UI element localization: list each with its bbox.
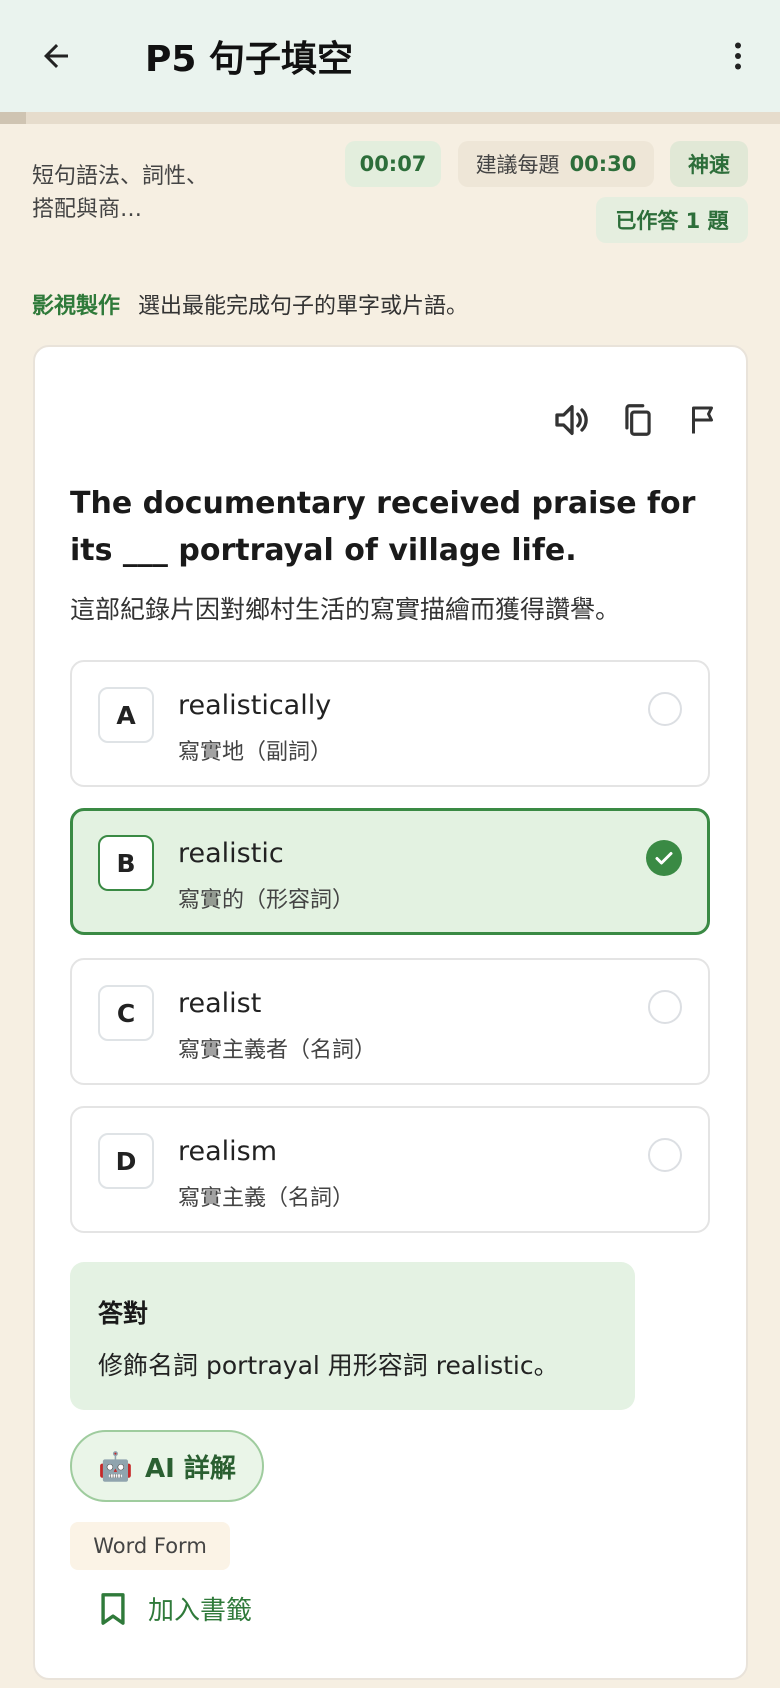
ai-explain-label: AI 詳解 [145, 1453, 236, 1484]
page-title: P5 句子填空 [145, 39, 353, 80]
flag-button[interactable] [682, 397, 726, 443]
topic-label: 短句語法、詞性、搭配與商… [32, 164, 209, 222]
feedback-text: 修飾名詞 portrayal 用形容詞 realistic。 [98, 1351, 559, 1380]
category-label: 影視製作 [32, 294, 121, 319]
ai-explain-button[interactable]: 🤖 AI 詳解 [70, 1430, 264, 1502]
option-part-of-speech: 寫實地（副詞） [178, 740, 333, 765]
option-word: realist [178, 988, 262, 1019]
option-c[interactable]: C realist 寫實主義者（名詞） [70, 958, 710, 1085]
suggested-time-chip: 建議每題 00:30 [458, 141, 654, 187]
back-button[interactable] [34, 34, 78, 78]
add-bookmark-button[interactable]: 加入書籤 [98, 1590, 252, 1627]
option-word: realism [178, 1136, 278, 1167]
radio-unchecked-icon [648, 692, 682, 726]
skill-tag: Word Form [70, 1522, 230, 1570]
option-a[interactable]: A realistically 寫實地（副詞） [70, 660, 710, 787]
arrow-left-icon [44, 44, 68, 68]
flag-icon [692, 406, 713, 434]
option-part-of-speech: 寫實的（形容詞） [178, 888, 355, 913]
app-bar: P5 句子填空 [0, 0, 780, 112]
answer-feedback: 答對 修飾名詞 portrayal 用形容詞 realistic。 [70, 1262, 635, 1410]
more-vertical-icon [735, 42, 741, 70]
timer-chip: 00:07 [345, 141, 441, 187]
option-letter: A [98, 687, 154, 743]
copy-button[interactable] [616, 397, 660, 443]
copy-icon [625, 404, 651, 436]
option-part-of-speech: 寫實主義者（名詞） [178, 1038, 377, 1063]
speed-badge: 神速 [670, 141, 748, 187]
suggested-time-value: 00:30 [569, 152, 637, 176]
answered-count-badge: 已作答 1 題 [596, 197, 748, 243]
check-circle-icon [646, 840, 682, 876]
option-word: realistic [178, 838, 284, 869]
option-letter: D [98, 1133, 154, 1189]
question-tools [550, 397, 726, 443]
option-b[interactable]: B realistic 寫實的（形容詞） [70, 808, 710, 935]
speaker-icon [555, 405, 588, 435]
instruction-row: 影視製作 選出最能完成句子的單字或片語。 [32, 288, 468, 320]
progress-fill [0, 112, 26, 124]
progress-bar [0, 112, 780, 124]
question-translation: 這部紀錄片因對鄉村生活的寫實描繪而獲得讚譽。 [70, 595, 621, 624]
robot-icon: 🤖 [98, 1449, 133, 1483]
option-letter: C [98, 985, 154, 1041]
suggested-time-label: 建議每題 [475, 153, 560, 177]
option-letter: B [98, 835, 154, 891]
bookmark-icon [101, 1592, 125, 1625]
option-part-of-speech: 寫實主義（名詞） [178, 1186, 355, 1211]
instruction-text: 選出最能完成句子的單字或片語。 [138, 294, 469, 319]
radio-unchecked-icon [648, 990, 682, 1024]
option-d[interactable]: D realism 寫實主義（名詞） [70, 1106, 710, 1233]
option-word: realistically [178, 690, 332, 721]
radio-unchecked-icon [648, 1138, 682, 1172]
question-text: The documentary received praise for its … [70, 486, 696, 568]
speaker-button[interactable] [550, 397, 594, 443]
feedback-title: 答對 [98, 1299, 149, 1328]
more-options-button[interactable] [718, 34, 758, 78]
bookmark-label: 加入書籤 [148, 1596, 253, 1626]
